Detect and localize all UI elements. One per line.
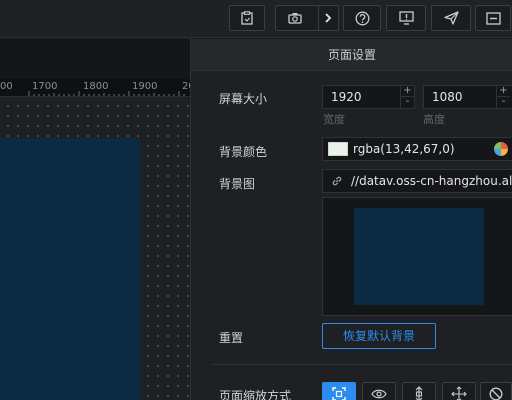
help-icon: [355, 11, 369, 25]
bg-image-url-input[interactable]: //datav.oss-cn-hangzhou.aliyu: [322, 169, 512, 193]
vertical-fit-icon: [415, 386, 423, 400]
color-palette-icon[interactable]: [494, 142, 508, 156]
bg-color-value: rgba(13,42,67,0): [353, 142, 455, 156]
height-caption: 高度: [423, 113, 445, 126]
panel-icon: [485, 11, 501, 25]
page-settings-panel: 页面设置 屏幕大小 1920 + - 1080 + - 宽度 高度 背景颜色 r…: [190, 39, 512, 400]
scale-fit-button[interactable]: [322, 382, 356, 400]
send-icon: [443, 11, 459, 25]
camera-icon: [288, 13, 302, 24]
alert-icon: [398, 11, 414, 25]
disabled-icon: [489, 387, 503, 400]
horizontal-ruler: 00 1700 1800 1900 20: [0, 79, 190, 97]
ruler-ticks: [28, 91, 185, 96]
width-stepper[interactable]: + -: [400, 86, 414, 108]
snapshot-button[interactable]: [275, 5, 339, 31]
width-caption: 宽度: [323, 113, 345, 126]
top-toolbar: [0, 0, 512, 38]
bg-image-url: //datav.oss-cn-hangzhou.aliyu: [351, 174, 512, 188]
scale-mode-label: 页面缩放方式: [219, 389, 292, 400]
scale-height-button[interactable]: [402, 382, 436, 400]
clipboard-button[interactable]: [229, 5, 265, 31]
canvas-area[interactable]: 00 1700 1800 1900 20: [0, 39, 190, 400]
panel-toggle-button[interactable]: [475, 5, 511, 31]
fit-screen-icon: [332, 387, 346, 400]
screen-size-label: 屏幕大小: [219, 92, 268, 106]
bg-color-input[interactable]: rgba(13,42,67,0): [322, 137, 512, 161]
bg-image-upload[interactable]: [322, 197, 512, 316]
divider: [211, 364, 512, 365]
screen-height-input[interactable]: 1080 + -: [423, 85, 512, 109]
bg-color-label: 背景颜色: [219, 145, 268, 159]
clipboard-icon: [241, 11, 253, 25]
bg-image-thumbnail: [354, 208, 484, 305]
panel-title: 页面设置: [191, 39, 512, 71]
scale-full-button[interactable]: [442, 382, 476, 400]
screen-preview[interactable]: [0, 138, 140, 400]
link-icon: [332, 176, 342, 186]
screen-width-input[interactable]: 1920 + -: [322, 85, 415, 109]
eye-icon: [371, 389, 387, 399]
screen-width-value: 1920: [331, 90, 362, 104]
restore-default-bg-button[interactable]: 恢复默认背景: [322, 323, 436, 349]
bg-image-label: 背景图: [219, 177, 256, 191]
chevron-right-icon[interactable]: [324, 13, 332, 23]
reset-label: 重置: [219, 331, 244, 345]
help-button[interactable]: [343, 5, 381, 31]
scale-width-button[interactable]: [362, 382, 396, 400]
color-swatch[interactable]: [328, 142, 348, 156]
scale-none-button[interactable]: [480, 382, 512, 400]
screen-height-value: 1080: [432, 90, 463, 104]
decrement-icon[interactable]: -: [401, 97, 414, 108]
canvas-header: [0, 39, 190, 79]
height-stepper[interactable]: + -: [496, 86, 510, 108]
move-icon: [451, 386, 467, 400]
alert-button[interactable]: [386, 5, 426, 31]
decrement-icon[interactable]: -: [497, 97, 510, 108]
publish-button[interactable]: [431, 5, 471, 31]
